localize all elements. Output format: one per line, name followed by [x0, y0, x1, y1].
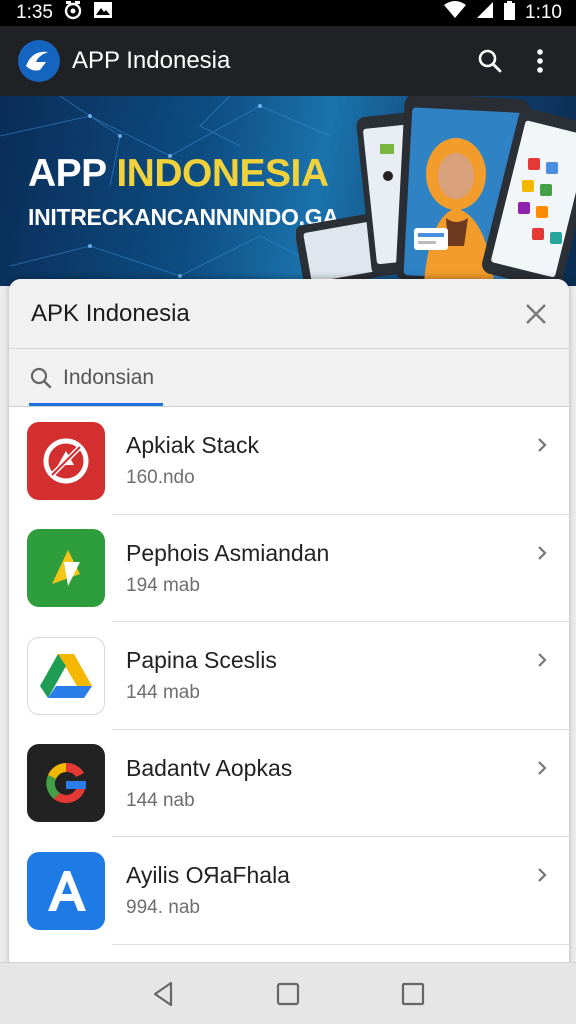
chevron-right-icon [538, 545, 547, 560]
app-name: Pephois Asmiandan [126, 539, 330, 566]
app-name: Papina Sceslis [126, 647, 277, 674]
search-icon [478, 49, 502, 73]
more-options-button[interactable] [520, 41, 560, 81]
list-item[interactable]: Ayilis ОЯaFhala 994. nab [9, 837, 569, 945]
app-size: 194 mab [126, 574, 200, 596]
battery-icon [504, 0, 516, 26]
wifi-icon [444, 1, 467, 25]
banner-subtitle: INITRECKANCANNNNDO.GA [28, 204, 339, 230]
app-title: APP Indonesia [72, 47, 231, 74]
back-button[interactable] [139, 970, 187, 1018]
system-nav-bar [0, 962, 576, 1024]
phones-illustration [296, 96, 576, 286]
recents-icon [402, 982, 425, 1005]
status-bar: 1:35 1:10 [0, 0, 576, 26]
red-slash-icon [27, 421, 105, 500]
app-list: Apkiak Stack 160.ndo Pephois Asmiandan 1… [9, 407, 569, 945]
app-size: 144 nab [126, 789, 195, 811]
signal-icon [476, 1, 494, 25]
close-icon [526, 303, 546, 324]
back-icon [153, 981, 172, 1006]
chevron-right-icon [538, 653, 547, 667]
recents-button[interactable] [389, 970, 437, 1018]
chevron-right-icon [538, 438, 547, 452]
app-bar: APP Indonesia [0, 26, 576, 96]
status-time-right: 1:10 [525, 2, 562, 23]
home-button[interactable] [264, 970, 312, 1018]
sheet-title: APK Indonesia [31, 299, 190, 327]
search-focus-underline [29, 403, 163, 406]
alarm-icon [63, 0, 83, 26]
drive-triangle-icon [27, 636, 105, 715]
list-item[interactable]: Badantv Aopkas 144 nab [9, 730, 569, 837]
green-yellow-arrow-icon [27, 529, 105, 608]
image-icon [93, 0, 113, 26]
list-item[interactable]: Apkiak Stack 160.ndo [9, 407, 569, 515]
status-time-left: 1:35 [16, 2, 53, 23]
app-size: 160.ndo [126, 467, 195, 489]
banner-title: APP INDONESIA [28, 152, 329, 195]
letter-a-icon [27, 851, 105, 930]
home-icon [276, 982, 300, 1005]
app-size: 994. nab [126, 897, 200, 919]
promo-banner[interactable]: APP INDONESIA INITRECKANCANNNNDO.GA [0, 96, 576, 286]
app-logo-icon [18, 40, 60, 82]
search-button[interactable] [470, 41, 510, 81]
g-logo-icon [27, 744, 105, 823]
close-button[interactable] [521, 299, 551, 329]
apk-sheet: APK Indonesia Apkiak Stack 160.ndo [9, 279, 569, 979]
sheet-header: APK Indonesia [9, 279, 569, 349]
search-icon [30, 367, 52, 388]
app-name: Ayilis ОЯaFhala [126, 862, 290, 889]
list-item[interactable]: Pephois Asmiandan 194 mab [9, 515, 569, 622]
list-item[interactable]: Papina Sceslis 144 mab [9, 622, 569, 730]
app-size: 144 mab [126, 682, 200, 704]
chevron-right-icon [538, 760, 547, 775]
app-name: Badantv Aopkas [126, 754, 293, 781]
app-name: Apkiak Stack [126, 432, 259, 459]
search-input[interactable] [63, 365, 363, 390]
search-bar [9, 349, 569, 407]
more-vert-icon [537, 49, 543, 73]
chevron-right-icon [538, 868, 547, 882]
